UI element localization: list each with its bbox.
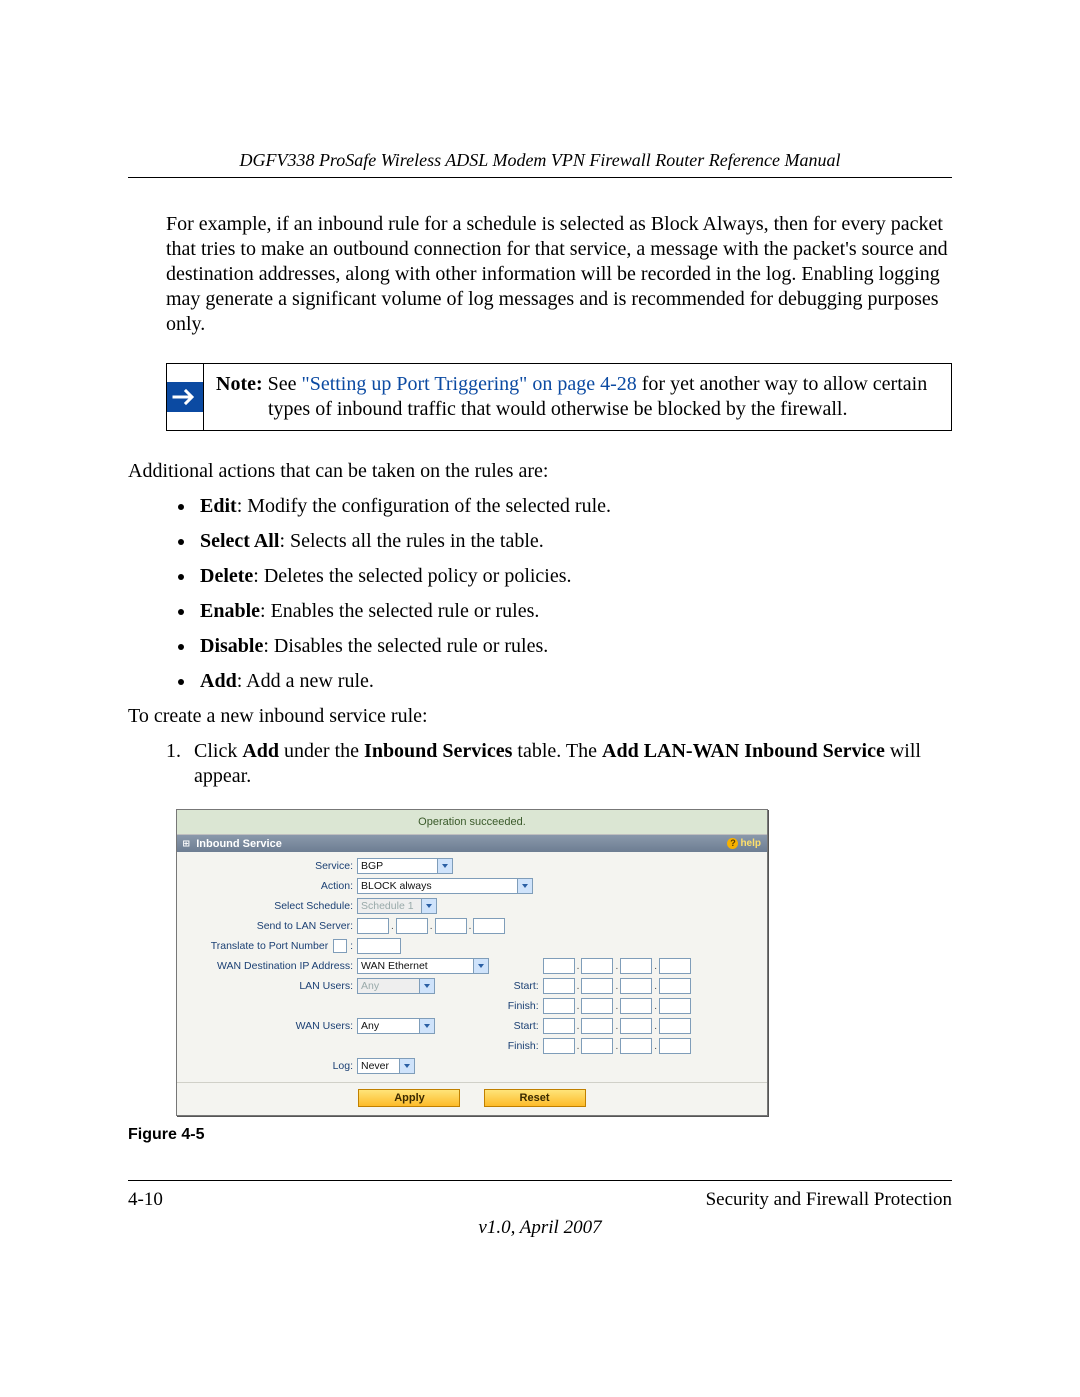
wan-start-ip[interactable]: ...	[543, 1018, 691, 1034]
list-item: Select All: Selects all the rules in the…	[196, 529, 952, 554]
help-label: help	[740, 838, 761, 849]
inbound-service-form: Operation succeeded. ⊞ Inbound Service ?…	[176, 809, 768, 1116]
chapter-title: Security and Firewall Protection	[706, 1189, 952, 1211]
help-link[interactable]: ?help	[727, 838, 761, 849]
note-prefix: Note:	[216, 373, 263, 395]
schedule-select: Schedule 1	[357, 898, 437, 914]
wanusers-select[interactable]: Any	[357, 1018, 435, 1034]
label-finish2: Finish:	[495, 1040, 539, 1052]
list-item: Delete: Deletes the selected policy or p…	[196, 564, 952, 589]
form-body: Service: BGP Action: BLOCK always Select…	[177, 852, 767, 1082]
action-select[interactable]: BLOCK always	[357, 878, 533, 894]
button-bar: Apply Reset	[177, 1082, 767, 1115]
action-desc: : Add a new rule.	[237, 670, 374, 692]
wandest-select[interactable]: WAN Ethernet	[357, 958, 489, 974]
service-select[interactable]: BGP	[357, 858, 453, 874]
label-schedule: Select Schedule:	[183, 900, 357, 912]
label-start: Start:	[495, 980, 539, 992]
chevron-down-icon	[419, 1019, 434, 1033]
action-desc: : Modify the configuration of the select…	[237, 495, 611, 517]
section-header: ⊞ Inbound Service ?help	[177, 835, 767, 852]
t: Click	[194, 740, 242, 762]
chevron-down-icon	[473, 959, 488, 973]
chevron-down-icon	[437, 859, 452, 873]
label-wandest: WAN Destination IP Address:	[183, 960, 357, 972]
wandest-ip[interactable]: ...	[543, 958, 691, 974]
translate-checkbox[interactable]	[333, 939, 347, 953]
action-term: Enable	[200, 600, 260, 622]
action-term: Disable	[200, 635, 263, 657]
lanusers-select: Any	[357, 978, 435, 994]
send-ip[interactable]: ...	[357, 918, 505, 934]
action-term: Add	[200, 670, 237, 692]
chevron-down-icon	[419, 979, 434, 993]
page: DGFV338 ProSafe Wireless ADSL Modem VPN …	[0, 0, 1080, 1299]
action-term: Edit	[200, 495, 237, 517]
version-date: v1.0, April 2007	[128, 1217, 952, 1239]
chevron-down-icon	[399, 1059, 414, 1073]
t: Inbound Services	[364, 740, 512, 762]
action-desc: : Disables the selected rule or rules.	[263, 635, 548, 657]
label-finish: Finish:	[495, 1000, 539, 1012]
translate-port-input[interactable]	[357, 938, 401, 954]
note-icon-cell	[167, 364, 204, 430]
apply-button[interactable]: Apply	[358, 1089, 460, 1107]
additional-intro: Additional actions that can be taken on …	[128, 459, 952, 484]
t: Add	[242, 740, 279, 762]
arrow-right-icon	[167, 382, 203, 412]
label-start2: Start:	[495, 1020, 539, 1032]
running-header: DGFV338 ProSafe Wireless ADSL Modem VPN …	[128, 150, 952, 178]
label-wanusers: WAN Users:	[183, 1020, 357, 1032]
create-intro: To create a new inbound service rule:	[128, 704, 952, 729]
label-send: Send to LAN Server:	[183, 920, 357, 932]
list-item: Enable: Enables the selected rule or rul…	[196, 599, 952, 624]
action-desc: : Enables the selected rule or rules.	[260, 600, 539, 622]
lan-finish-ip[interactable]: ...	[543, 998, 691, 1014]
intro-paragraph: For example, if an inbound rule for a sc…	[128, 212, 952, 337]
action-term: Delete	[200, 565, 253, 587]
log-select[interactable]: Never	[357, 1058, 415, 1074]
t: table. The	[512, 740, 602, 762]
action-desc: : Deletes the selected policy or policie…	[253, 565, 571, 587]
action-term: Select All	[200, 530, 279, 552]
step-1: Click Add under the Inbound Services tab…	[186, 739, 952, 789]
list-item: Disable: Disables the selected rule or r…	[196, 634, 952, 659]
chevron-down-icon	[421, 899, 436, 913]
note-box: Note: See "Setting up Port Triggering" o…	[166, 363, 952, 431]
status-bar: Operation succeeded.	[177, 810, 767, 835]
page-number: 4-10	[128, 1189, 163, 1211]
steps: Click Add under the Inbound Services tab…	[128, 739, 952, 789]
chevron-down-icon	[517, 879, 532, 893]
note-link[interactable]: "Setting up Port Triggering" on page 4-2…	[302, 373, 637, 395]
t: under the	[279, 740, 364, 762]
lan-start-ip[interactable]: ...	[543, 978, 691, 994]
label-translate: Translate to Port Number :	[183, 939, 357, 953]
footer: 4-10 Security and Firewall Protection	[128, 1180, 952, 1211]
note-text: Note: See "Setting up Port Triggering" o…	[204, 364, 951, 430]
label-lanusers: LAN Users:	[183, 980, 357, 992]
label-log: Log:	[183, 1060, 357, 1072]
note-before: See	[263, 373, 302, 395]
wan-finish-ip[interactable]: ...	[543, 1038, 691, 1054]
list-item: Edit: Modify the configuration of the se…	[196, 494, 952, 519]
actions-list: Edit: Modify the configuration of the se…	[128, 494, 952, 694]
reset-button[interactable]: Reset	[484, 1089, 586, 1107]
action-desc: : Selects all the rules in the table.	[279, 530, 543, 552]
label-service: Service:	[183, 860, 357, 872]
list-item: Add: Add a new rule.	[196, 669, 952, 694]
section-title: Inbound Service	[196, 838, 282, 850]
label-action: Action:	[183, 880, 357, 892]
t: Add LAN-WAN Inbound Service	[602, 740, 885, 762]
figure-caption: Figure 4-5	[128, 1126, 952, 1144]
